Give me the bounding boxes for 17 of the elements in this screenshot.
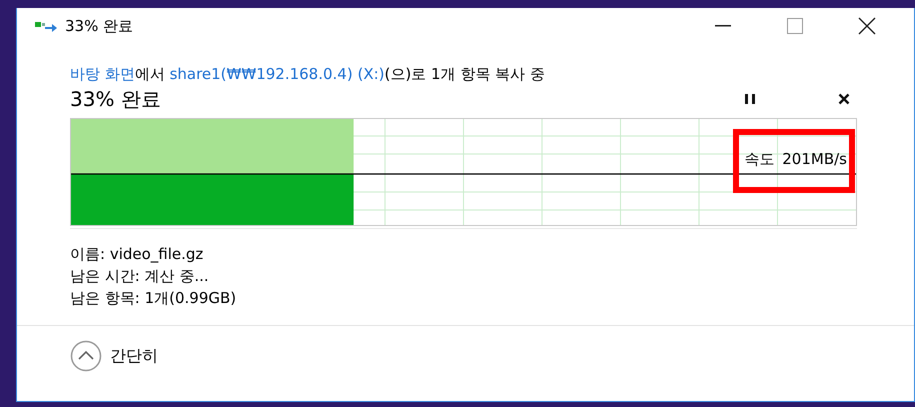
speed-label: 속도	[744, 150, 774, 169]
speed-value: 201MB/s	[782, 150, 847, 169]
copy-icon	[35, 20, 57, 32]
pause-icon	[744, 93, 756, 105]
close-icon	[838, 93, 850, 105]
maximize-icon	[787, 18, 803, 34]
location-link[interactable]: 바탕 화면	[70, 65, 135, 83]
location-link[interactable]: share1(₩₩192.168.0.4) (X:)	[170, 65, 385, 83]
detail-text: 이름: video_file.gz	[70, 244, 204, 265]
detail-text: 남은 시간: 계산 중...	[70, 266, 209, 287]
close-icon	[858, 17, 876, 35]
progress-heading: 33% 완료	[70, 86, 162, 112]
detail-text: 남은 항목: 1개(0.99GB)	[70, 288, 236, 309]
minimize-icon	[715, 25, 731, 27]
fewer-details-toggle[interactable]: 간단히	[70, 340, 158, 372]
copy-description: 바탕 화면에서 share1(₩₩192.168.0.4) (X:)(으)로 1개 항목 복사 중	[70, 64, 546, 84]
window-title: 33% 완료	[65, 16, 134, 36]
